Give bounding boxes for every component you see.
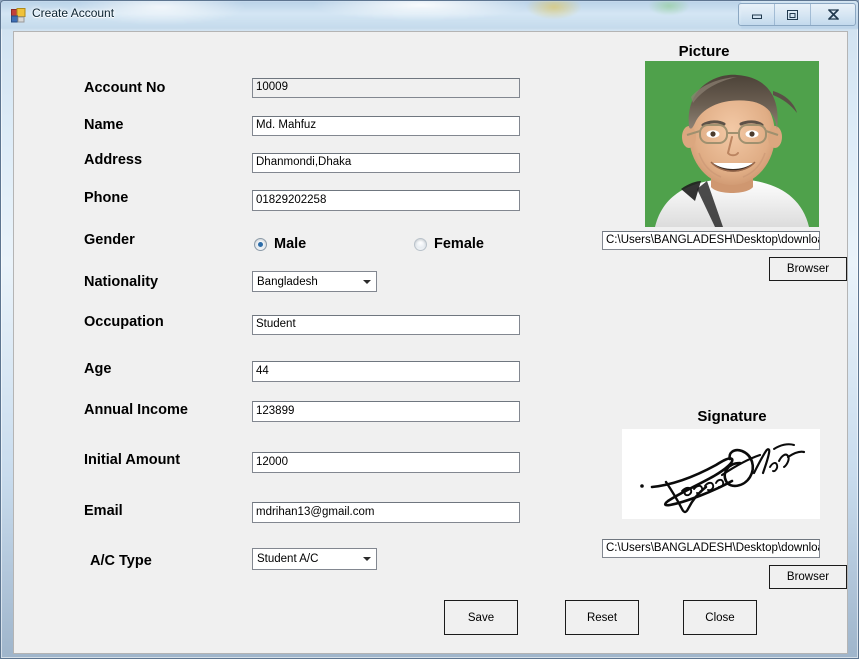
nationality-value: Bangladesh <box>257 275 318 288</box>
screen: Create Account Account No Name Address P… <box>0 0 859 659</box>
chevron-down-icon <box>363 557 371 561</box>
person-photo <box>645 61 819 227</box>
annual-income-input[interactable]: 123899 <box>252 401 520 422</box>
close-button[interactable] <box>811 4 855 25</box>
minimize-button[interactable] <box>739 4 775 25</box>
picture-path-input[interactable]: C:\Users\BANGLADESH\Desktop\downloa <box>602 231 820 250</box>
application-window: Create Account Account No Name Address P… <box>0 0 859 659</box>
label-address: Address <box>84 152 143 168</box>
label-gender: Gender <box>84 232 135 248</box>
gender-male-label: Male <box>274 236 307 252</box>
signature-browse-button[interactable]: Browser <box>769 565 847 589</box>
window-controls <box>738 3 856 26</box>
label-name: Name <box>84 117 124 133</box>
label-initial-amount: Initial Amount <box>84 452 181 468</box>
picture-browse-button[interactable]: Browser <box>769 257 847 281</box>
label-annual-income: Annual Income <box>84 402 188 418</box>
application-icon <box>11 8 26 23</box>
label-email: Email <box>84 503 123 519</box>
signature-image <box>622 429 820 519</box>
radio-selected-icon <box>254 237 267 251</box>
occupation-input[interactable]: Student <box>252 315 520 335</box>
name-input[interactable]: Md. Mahfuz <box>252 116 520 136</box>
chevron-down-icon <box>363 279 371 284</box>
gender-option-male[interactable]: Male <box>254 236 306 252</box>
label-nationality: Nationality <box>84 274 159 290</box>
signature-heading: Signature <box>697 408 767 425</box>
label-account-no: Account No <box>84 80 166 96</box>
label-age: Age <box>84 361 112 377</box>
picture-preview[interactable] <box>645 61 819 227</box>
form-client-area: Account No Name Address Phone Gender Nat… <box>13 31 848 654</box>
signature-path-input[interactable]: C:\Users\BANGLADESH\Desktop\downloa <box>602 539 820 558</box>
email-input[interactable]: mdrihan13@gmail.com <box>252 502 520 523</box>
nationality-combobox[interactable]: Bangladesh <box>252 271 377 292</box>
save-button[interactable]: Save <box>444 600 518 635</box>
ac-type-value: Student A/C <box>257 553 319 565</box>
label-occupation: Occupation <box>84 314 164 330</box>
account-no-input[interactable]: 10009 <box>252 78 520 98</box>
maximize-button[interactable] <box>775 4 811 25</box>
gender-option-female[interactable]: Female <box>414 236 484 252</box>
gender-female-label: Female <box>434 236 484 252</box>
signature-preview[interactable] <box>622 429 820 519</box>
picture-heading: Picture <box>678 43 730 60</box>
close-form-button[interactable]: Close <box>683 600 757 635</box>
address-input[interactable]: Dhanmondi,Dhaka <box>252 153 520 173</box>
label-ac-type: A/C Type <box>90 553 152 569</box>
reset-button[interactable]: Reset <box>565 600 639 635</box>
radio-unselected-icon <box>414 237 427 251</box>
titlebar[interactable]: Create Account <box>1 1 858 29</box>
initial-amount-input[interactable]: 12000 <box>252 452 520 473</box>
window-title: Create Account <box>32 6 115 20</box>
ac-type-combobox[interactable]: Student A/C <box>252 548 377 570</box>
phone-input[interactable]: 01829202258 <box>252 190 520 211</box>
label-phone: Phone <box>84 190 129 206</box>
age-input[interactable]: 44 <box>252 361 520 382</box>
